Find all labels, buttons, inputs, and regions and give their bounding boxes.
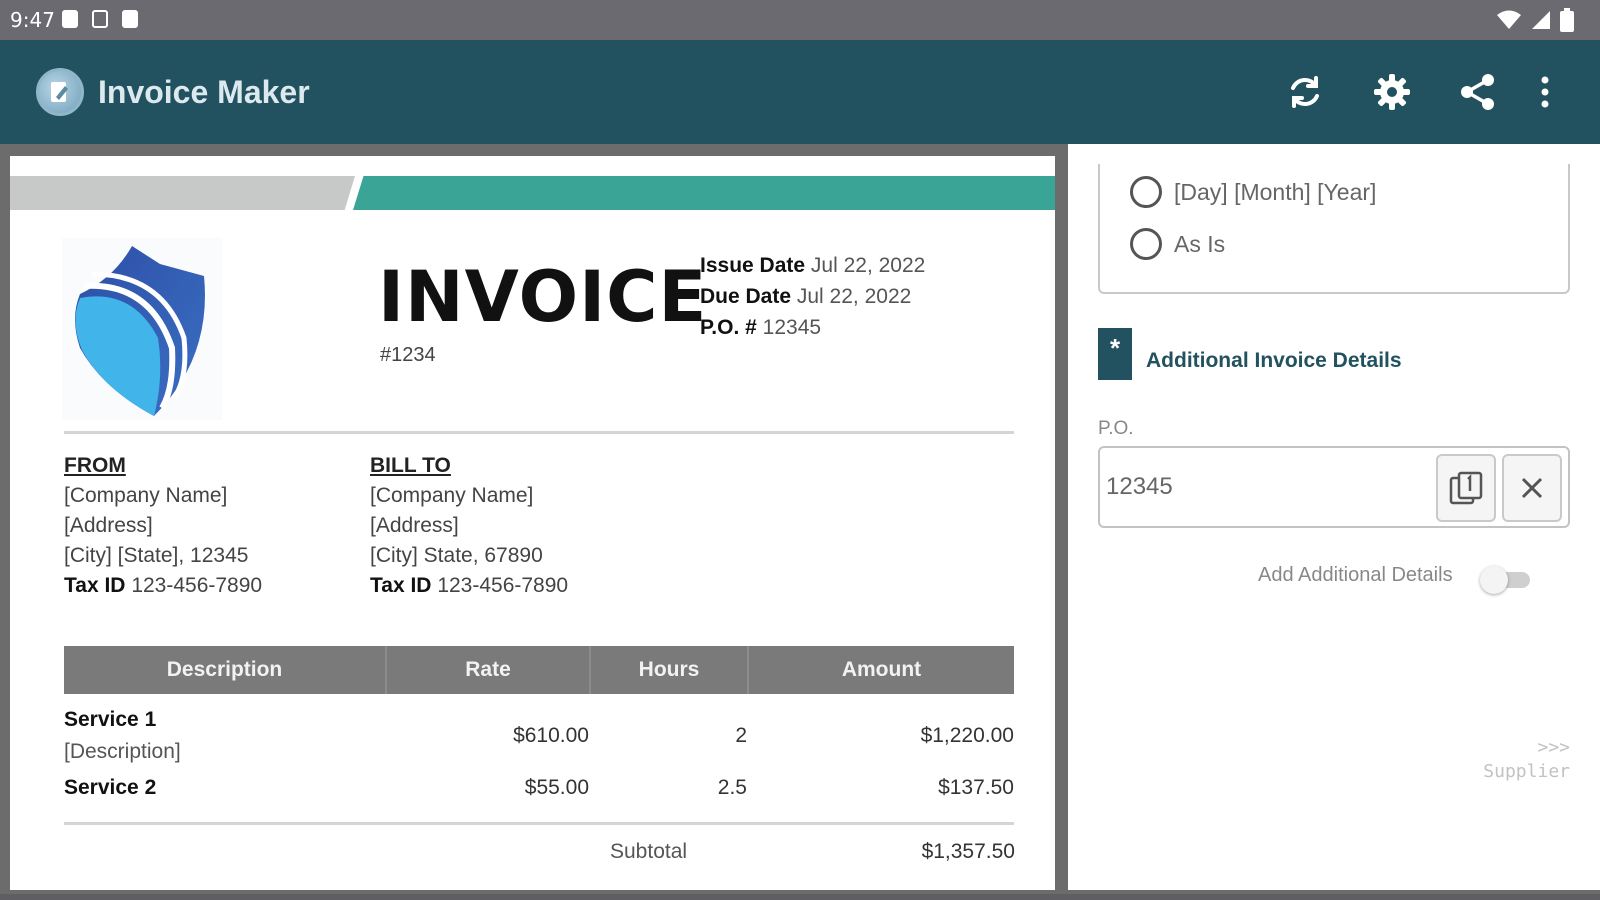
item-amount: $1,220.00 xyxy=(920,724,1014,747)
table-row: Service 2 $55.00 2.5 $137.50 xyxy=(64,776,1014,808)
po-number-label: P.O. # xyxy=(700,316,757,339)
wifi-icon xyxy=(1497,10,1521,29)
po-input[interactable] xyxy=(1106,462,1406,512)
po-field xyxy=(1098,446,1570,528)
from-tax-label: Tax ID xyxy=(64,574,126,597)
company-logo-icon xyxy=(62,238,222,420)
header-band-gray xyxy=(10,176,355,210)
item-rate: $55.00 xyxy=(524,776,589,799)
radio-as-is[interactable]: As Is xyxy=(1130,228,1225,260)
notification-icons xyxy=(62,10,138,28)
date-format-options: [Day] [Month] [Year] As Is xyxy=(1098,164,1570,294)
add-details-toggle[interactable] xyxy=(1480,564,1530,594)
battery-icon xyxy=(1560,8,1574,32)
bill-to-company: [Company Name] xyxy=(370,484,534,507)
invoice-number: #1234 xyxy=(380,344,436,366)
po-field-label: P.O. xyxy=(1098,418,1134,439)
header-amount: Amount xyxy=(841,658,922,681)
from-block: FROM [Company Name] [Address] [City] [St… xyxy=(64,451,262,601)
item-name: Service 1 xyxy=(64,708,157,731)
po-number-value: 12345 xyxy=(762,316,822,339)
app-logo-icon xyxy=(36,68,84,116)
from-heading: FROM xyxy=(64,454,126,477)
from-address: [Address] xyxy=(64,514,153,537)
issue-date-label: Issue Date xyxy=(700,254,806,277)
settings-button[interactable] xyxy=(1370,70,1414,114)
paste-button[interactable] xyxy=(1436,454,1496,522)
radio-label: [Day] [Month] [Year] xyxy=(1174,178,1377,205)
radio-button[interactable] xyxy=(1130,176,1162,208)
status-time: 9:47 xyxy=(10,8,55,32)
content-area: INVOICE #1234 Issue Date Jul 22, 2022 Du… xyxy=(0,144,1600,894)
toggle-thumb xyxy=(1480,566,1508,594)
bill-to-block: BILL TO [Company Name] [Address] [City] … xyxy=(370,451,568,601)
header-band-teal xyxy=(353,176,1055,210)
due-date-value: Jul 22, 2022 xyxy=(796,285,912,308)
issue-date-value: Jul 22, 2022 xyxy=(810,254,926,277)
radio-day-month-year[interactable]: [Day] [Month] [Year] xyxy=(1130,176,1376,208)
more-vert-icon xyxy=(1541,76,1549,108)
table-row: Service 1 [Description] $610.00 2 $1,220… xyxy=(64,708,1014,772)
divider xyxy=(64,431,1014,434)
settings-panel: [Day] [Month] [Year] As Is * Additional … xyxy=(1068,144,1600,890)
header-description: Description xyxy=(64,646,387,694)
bill-to-city: [City] State, 67890 xyxy=(370,544,543,567)
from-tax-id: 123-456-7890 xyxy=(131,574,263,597)
from-city: [City] [State], 12345 xyxy=(64,544,249,567)
share-button[interactable] xyxy=(1456,70,1500,114)
invoice-meta: Issue Date Jul 22, 2022 Due Date Jul 22,… xyxy=(700,250,925,343)
item-hours: 2 xyxy=(735,724,747,747)
sync-icon xyxy=(1291,76,1319,108)
settings-icon xyxy=(1374,74,1410,110)
header-rate: Rate xyxy=(387,646,591,694)
item-description: [Description] xyxy=(64,740,181,763)
bill-to-address: [Address] xyxy=(370,514,459,537)
subtotal-label: Subtotal xyxy=(610,840,688,863)
supplier-link-arrow: >>> xyxy=(1537,737,1570,758)
sd-card-icon xyxy=(122,10,138,28)
supplier-link-label: Supplier xyxy=(1483,761,1570,782)
from-company: [Company Name] xyxy=(64,484,228,507)
signal-icon xyxy=(1532,11,1550,29)
notification-icon xyxy=(62,10,78,28)
supplier-link[interactable]: >>> Supplier xyxy=(1483,736,1570,784)
divider xyxy=(64,822,1014,825)
app-title: Invoice Maker xyxy=(98,74,310,110)
subtotal-value: $1,357.50 xyxy=(921,840,1015,863)
radio-button[interactable] xyxy=(1130,228,1162,260)
item-name: Service 2 xyxy=(64,776,157,799)
bill-to-heading: BILL TO xyxy=(370,454,451,477)
close-icon xyxy=(1521,477,1543,499)
system-icons xyxy=(1496,8,1574,32)
bill-to-tax-id: 123-456-7890 xyxy=(437,574,569,597)
sync-button[interactable] xyxy=(1283,70,1327,114)
more-options-button[interactable] xyxy=(1530,70,1560,114)
clear-button[interactable] xyxy=(1502,454,1562,522)
header-hours: Hours xyxy=(591,646,749,694)
bill-to-tax-label: Tax ID xyxy=(370,574,432,597)
section-title: Additional Invoice Details xyxy=(1146,349,1402,372)
invoice-title: INVOICE xyxy=(378,256,708,338)
radio-label: As Is xyxy=(1174,230,1226,257)
item-rate: $610.00 xyxy=(513,724,589,747)
app-bar: Invoice Maker xyxy=(0,40,1600,144)
share-icon xyxy=(1461,74,1494,110)
item-amount: $137.50 xyxy=(938,776,1014,799)
status-bar: 9:47 xyxy=(0,0,1600,40)
storage-icon xyxy=(92,10,108,28)
invoice-preview[interactable]: INVOICE #1234 Issue Date Jul 22, 2022 Du… xyxy=(10,156,1055,890)
due-date-label: Due Date xyxy=(700,285,792,308)
item-hours: 2.5 xyxy=(717,776,747,799)
copy-icon xyxy=(1449,471,1483,505)
items-table-header: Description Rate Hours Amount xyxy=(64,646,1014,694)
add-details-label: Add Additional Details xyxy=(1258,564,1453,586)
section-badge: * xyxy=(1098,328,1132,380)
